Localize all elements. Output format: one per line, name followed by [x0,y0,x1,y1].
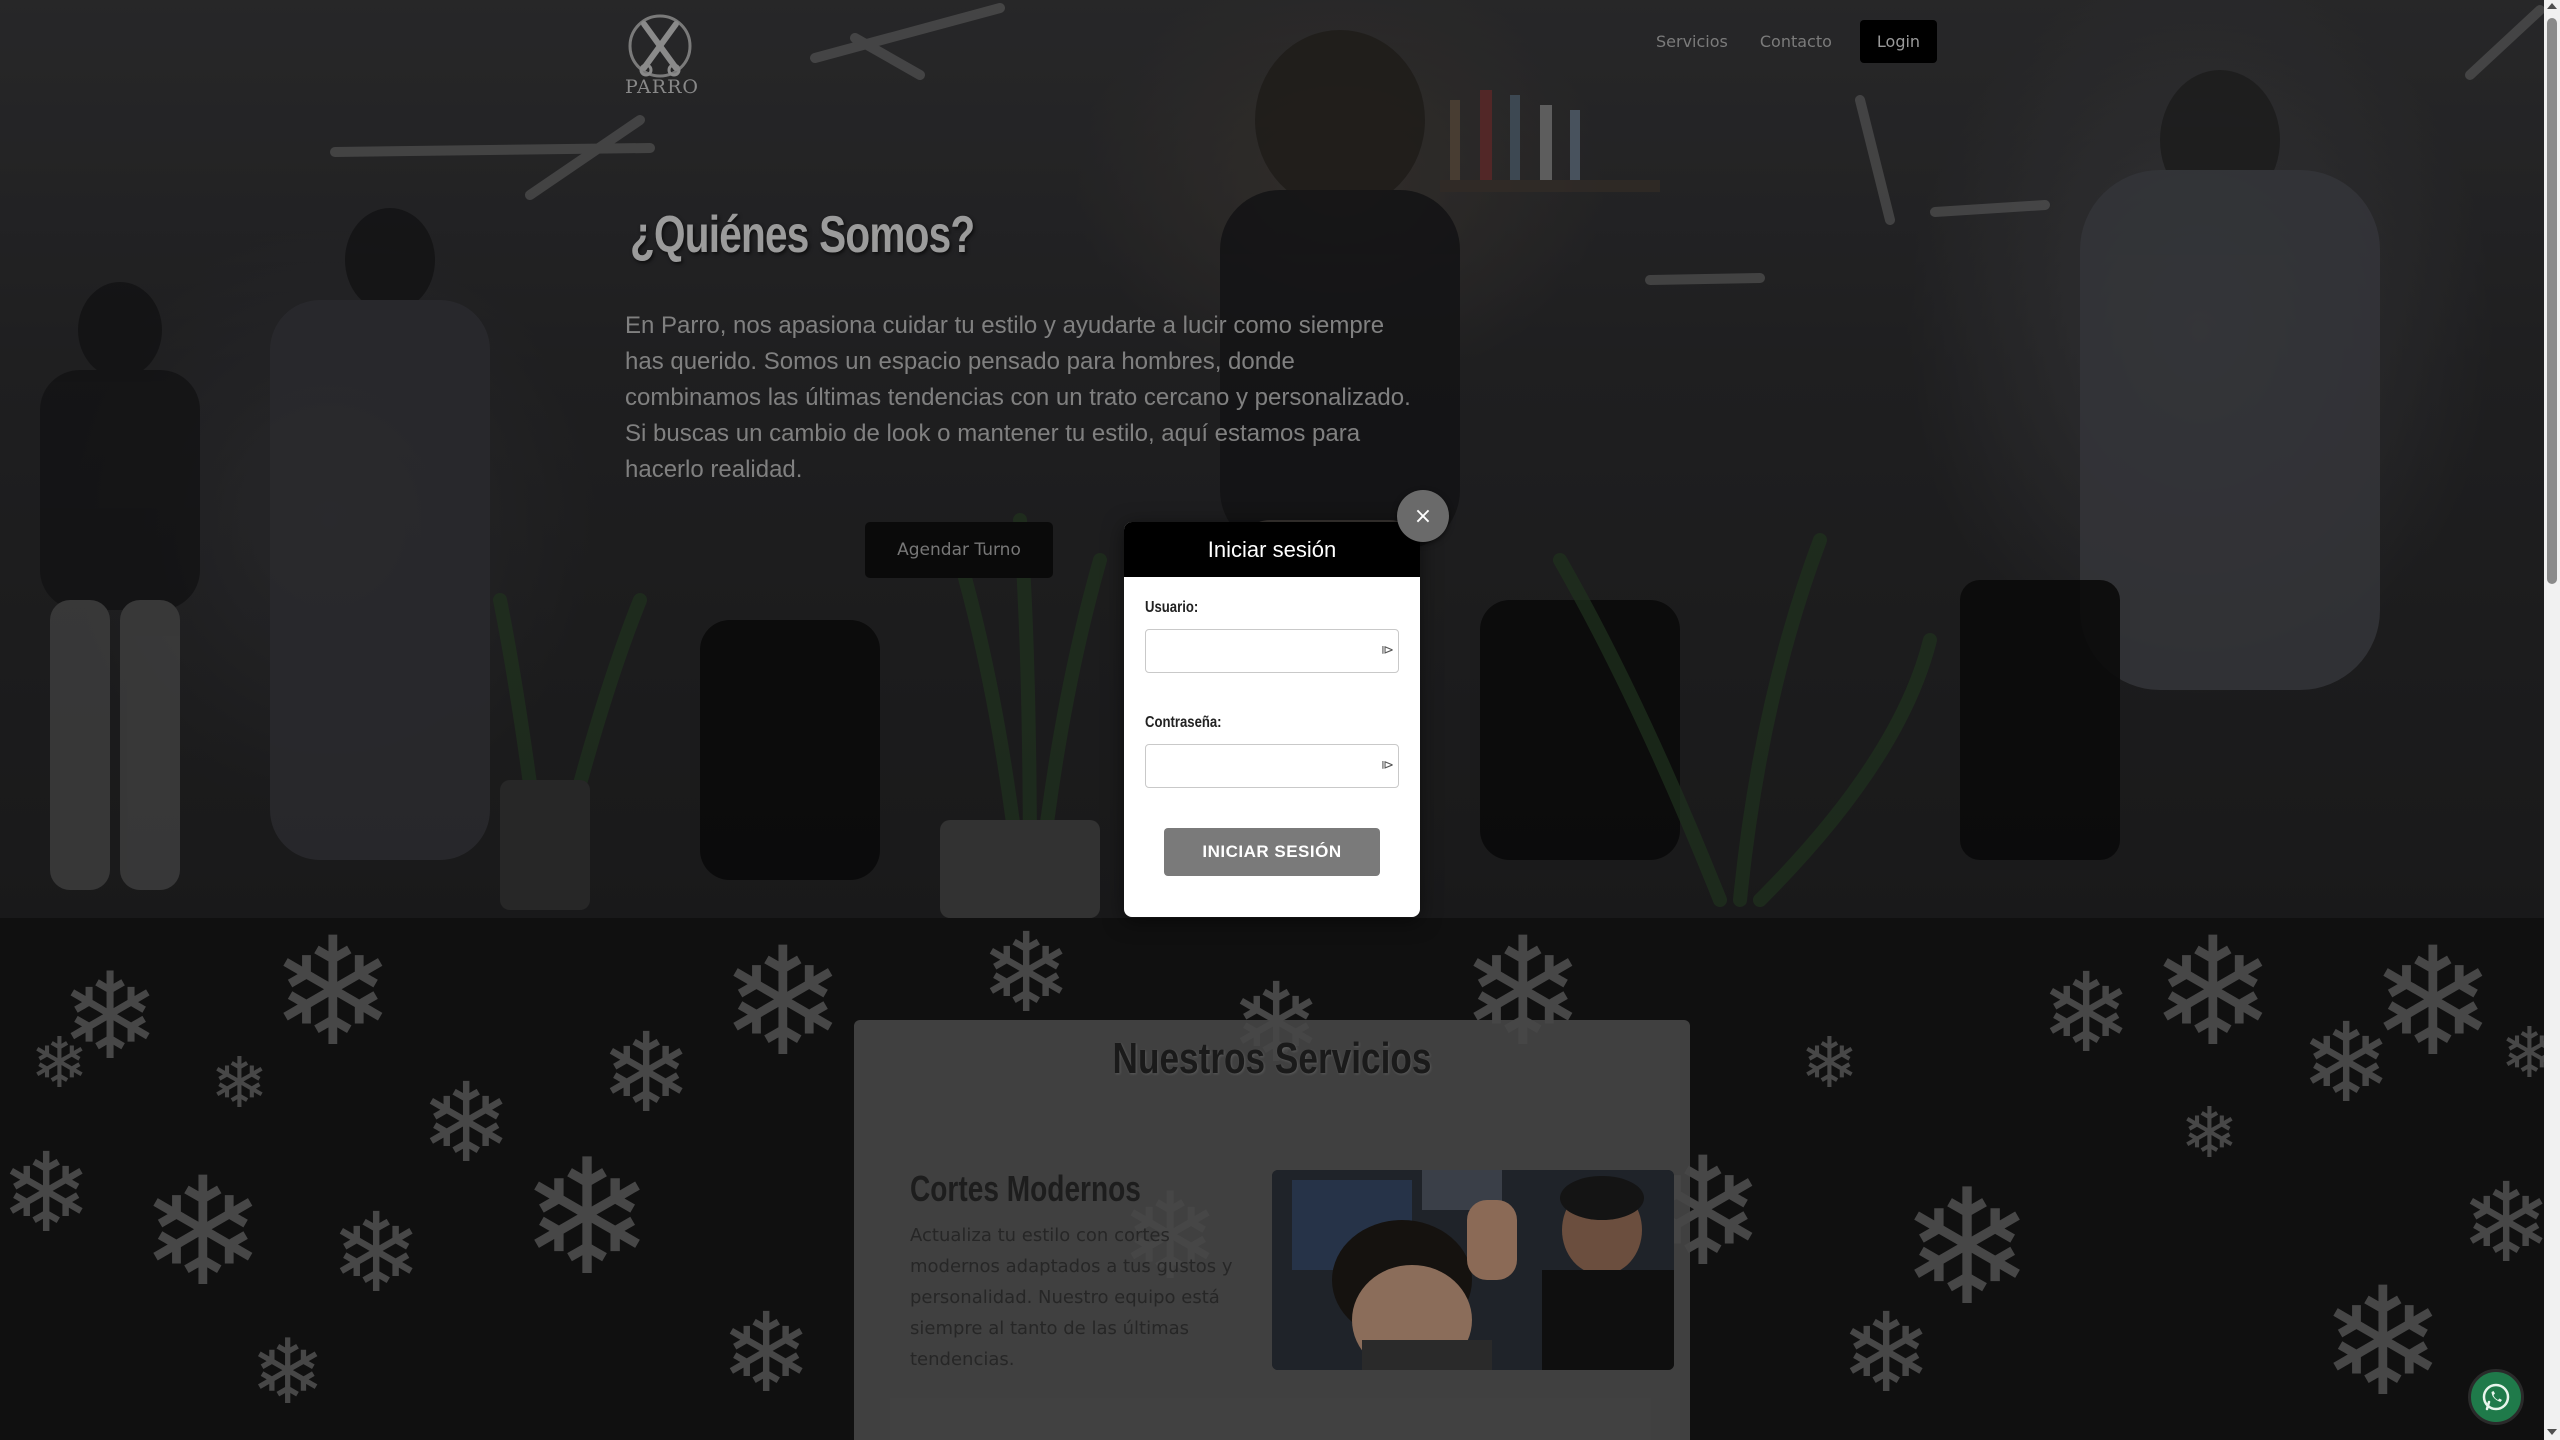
logo-text: PARRO [625,76,699,98]
close-icon[interactable]: × [1397,490,1449,542]
nav-link-contacto[interactable]: Contacto [1744,32,1848,51]
password-input[interactable] [1145,744,1399,788]
services-card: Nuestros Servicios Cortes Modernos Actua… [854,1020,1690,1440]
password-manager-icon[interactable]: ⧐ [1381,758,1395,774]
login-modal: Iniciar sesión Usuario: ⧐ Contraseña: ⧐ … [1124,522,1420,917]
nav-link-servicios[interactable]: Servicios [1640,32,1744,51]
login-submit-button[interactable]: INICIAR SESIÓN [1164,828,1380,876]
services-section: ❄❄❄❄❄❄❄❄❄❄❄❄❄❄❄❄❄❄❄❄❄❄❄❄❄❄❄❄❄❄ Nuestros … [0,918,2544,1440]
login-button[interactable]: Login [1859,19,1938,63]
haircut-photo [1272,1170,1674,1370]
whatsapp-button[interactable] [2468,1369,2524,1425]
hero-paragraph: En Parro, nos apasiona cuidar tu estilo … [625,312,1411,483]
page-scrollbar[interactable] [2544,0,2560,1440]
modal-title: Iniciar sesión [1124,522,1420,577]
service-description: Actualiza tu estilo con cortes modernos … [910,1225,1233,1370]
password-label: Contraseña: [1145,714,1222,731]
scrollbar-thumb[interactable] [2547,18,2557,584]
username-label: Usuario: [1145,599,1199,616]
scroll-up-arrow-icon[interactable] [2547,3,2557,9]
scroll-down-arrow-icon[interactable] [2547,1429,2557,1435]
schedule-appointment-button[interactable]: Agendar Turno [865,522,1053,578]
username-input[interactable] [1145,629,1399,673]
services-title: Nuestros Servicios [1112,1034,1432,1083]
service-name: Cortes Modernos [910,1168,1141,1209]
password-manager-icon[interactable]: ⧐ [1381,643,1395,659]
top-nav: Servicios Contacto Login [1640,19,1938,63]
whatsapp-icon [2482,1383,2510,1411]
hero-title: ¿Quiénes Somos? [630,206,975,264]
